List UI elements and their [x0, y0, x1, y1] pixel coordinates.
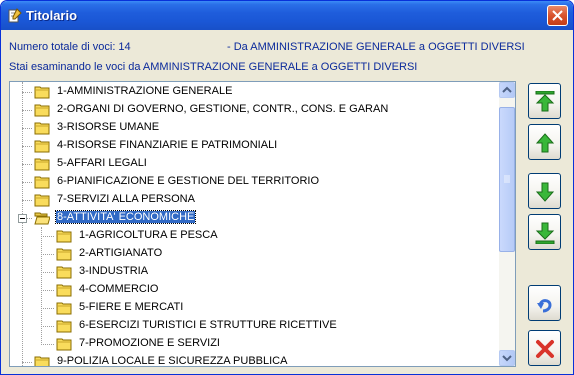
move-down-icon	[535, 182, 555, 202]
tree-node-label: 8-ATTIVITA' ECONOMICHE	[54, 210, 197, 224]
tree-node-label: 2-ARTIGIANATO	[79, 247, 163, 259]
tree-line	[22, 110, 32, 111]
move-to-bottom-button[interactable]	[528, 214, 561, 250]
tree-child-node[interactable]: 7-PROMOZIONE E SERVIZI	[10, 335, 498, 353]
folder-open-icon	[34, 212, 50, 225]
close-button[interactable]	[547, 5, 568, 26]
tree-line	[22, 128, 32, 129]
vertical-scrollbar[interactable]	[499, 82, 515, 366]
tree-node[interactable]: 5-AFFARI LEGALI	[10, 155, 498, 173]
tree-node-label: 9-POLIZIA LOCALE E SICUREZZA PUBBLICA	[57, 355, 288, 366]
folder-icon	[56, 248, 72, 261]
undo-icon	[537, 299, 552, 313]
tree-child-node[interactable]: 2-ARTIGIANATO	[10, 245, 498, 263]
titolario-window: Titolario Numero totale di voci: 14 - Da…	[0, 0, 574, 375]
grip-icon	[504, 175, 510, 183]
tree-line	[41, 308, 54, 309]
folder-icon	[34, 176, 50, 189]
titolario-tree[interactable]: 1-AMMINISTRAZIONE GENERALE 2-ORGANI DI GO…	[9, 81, 516, 367]
folder-icon	[56, 320, 72, 333]
delete-icon	[536, 340, 554, 358]
tree-line	[22, 146, 32, 147]
scroll-down-button[interactable]	[499, 350, 515, 366]
delete-button[interactable]	[528, 330, 561, 366]
tree-child-node[interactable]: 3-INDUSTRIA	[10, 263, 498, 281]
undo-button[interactable]	[528, 285, 561, 321]
tree-node-label: 3-RISORSE UMANE	[57, 121, 160, 133]
tree-node[interactable]: 1-AMMINISTRAZIONE GENERALE	[10, 83, 498, 101]
tree-node-label: 3-INDUSTRIA	[79, 265, 149, 277]
chevron-up-icon	[502, 86, 512, 93]
tree-line	[22, 362, 32, 363]
chevron-down-icon	[502, 355, 512, 362]
tree-line	[41, 290, 54, 291]
tree-node-label: 1-AMMINISTRAZIONE GENERALE	[57, 85, 233, 97]
tree-node[interactable]: 6-PIANIFICAZIONE E GESTIONE DEL TERRITOR…	[10, 173, 498, 191]
tree-node-label: 5-FIERE E MERCATI	[79, 301, 184, 313]
tree-line	[22, 92, 32, 93]
tree-node-label: 7-PROMOZIONE E SERVIZI	[79, 337, 220, 349]
title-bar[interactable]: Titolario	[1, 1, 573, 30]
move-up-icon	[535, 133, 555, 153]
folder-icon	[56, 284, 72, 297]
total-count-label: Numero totale di voci: 14	[9, 41, 131, 53]
folder-icon	[34, 86, 50, 99]
close-icon	[552, 10, 563, 21]
tree-line	[41, 272, 54, 273]
scroll-thumb[interactable]	[499, 107, 515, 252]
minus-icon	[20, 218, 25, 219]
tree-child-node[interactable]: 1-AGRICOLTURA E PESCA	[10, 227, 498, 245]
tree-line	[41, 254, 54, 255]
move-to-top-icon	[535, 91, 555, 112]
tree-line	[22, 182, 32, 183]
tree-node-label: 6-PIANIFICAZIONE E GESTIONE DEL TERRITOR…	[57, 175, 320, 187]
folder-icon	[56, 266, 72, 279]
tree-node-label: 4-COMMERCIO	[79, 283, 159, 295]
tree-node[interactable]: 3-RISORSE UMANE	[10, 119, 498, 137]
folder-icon	[34, 122, 50, 135]
scroll-up-button[interactable]	[499, 82, 515, 98]
move-to-bottom-icon	[535, 222, 555, 244]
folder-icon	[56, 302, 72, 315]
folder-icon	[34, 194, 50, 207]
tree-line	[41, 326, 54, 327]
folder-icon	[34, 140, 50, 153]
tree-node-label: 5-AFFARI LEGALI	[57, 157, 147, 169]
collapse-toggle[interactable]	[18, 214, 27, 223]
tree-line	[41, 236, 54, 237]
folder-icon	[34, 158, 50, 171]
tree-node[interactable]: 8-ATTIVITA' ECONOMICHE	[10, 209, 498, 227]
folder-icon	[56, 230, 72, 243]
tree-node-label: 4-RISORSE FINANZIARIE E PATRIMONIALI	[57, 139, 278, 151]
move-up-button[interactable]	[528, 124, 561, 160]
move-down-button[interactable]	[528, 173, 561, 209]
range-label: - Da AMMINISTRAZIONE GENERALE a OGGETTI …	[227, 41, 525, 53]
document-pen-icon	[8, 8, 22, 23]
window-title: Titolario	[26, 8, 78, 23]
tree-child-node[interactable]: 5-FIERE E MERCATI	[10, 299, 498, 317]
tree-node[interactable]: 4-RISORSE FINANZIARIE E PATRIMONIALI	[10, 137, 498, 155]
tree-line	[41, 344, 54, 345]
tree-line	[22, 164, 32, 165]
tree-line	[22, 200, 32, 201]
tree-node[interactable]: 9-POLIZIA LOCALE E SICUREZZA PUBBLICA	[10, 353, 498, 366]
tree-node-label: 1-AGRICOLTURA E PESCA	[79, 229, 218, 241]
tree-content: 1-AMMINISTRAZIONE GENERALE 2-ORGANI DI GO…	[10, 82, 498, 366]
move-to-top-button[interactable]	[528, 83, 561, 119]
folder-icon	[56, 338, 72, 351]
tree-child-node[interactable]: 6-ESERCIZI TURISTICI E STRUTTURE RICETTI…	[10, 317, 498, 335]
folder-icon	[34, 104, 50, 117]
tree-node-label: 2-ORGANI DI GOVERNO, GESTIONE, CONTR., C…	[57, 103, 389, 115]
tree-node-label: 7-SERVIZI ALLA PERSONA	[57, 193, 195, 205]
examining-label: Stai esaminando le voci da AMMINISTRAZIO…	[9, 61, 418, 73]
tree-node-label: 6-ESERCIZI TURISTICI E STRUTTURE RICETTI…	[79, 319, 337, 331]
folder-icon	[34, 356, 50, 366]
tree-node[interactable]: 7-SERVIZI ALLA PERSONA	[10, 191, 498, 209]
tree-node[interactable]: 2-ORGANI DI GOVERNO, GESTIONE, CONTR., C…	[10, 101, 498, 119]
tree-child-node[interactable]: 4-COMMERCIO	[10, 281, 498, 299]
